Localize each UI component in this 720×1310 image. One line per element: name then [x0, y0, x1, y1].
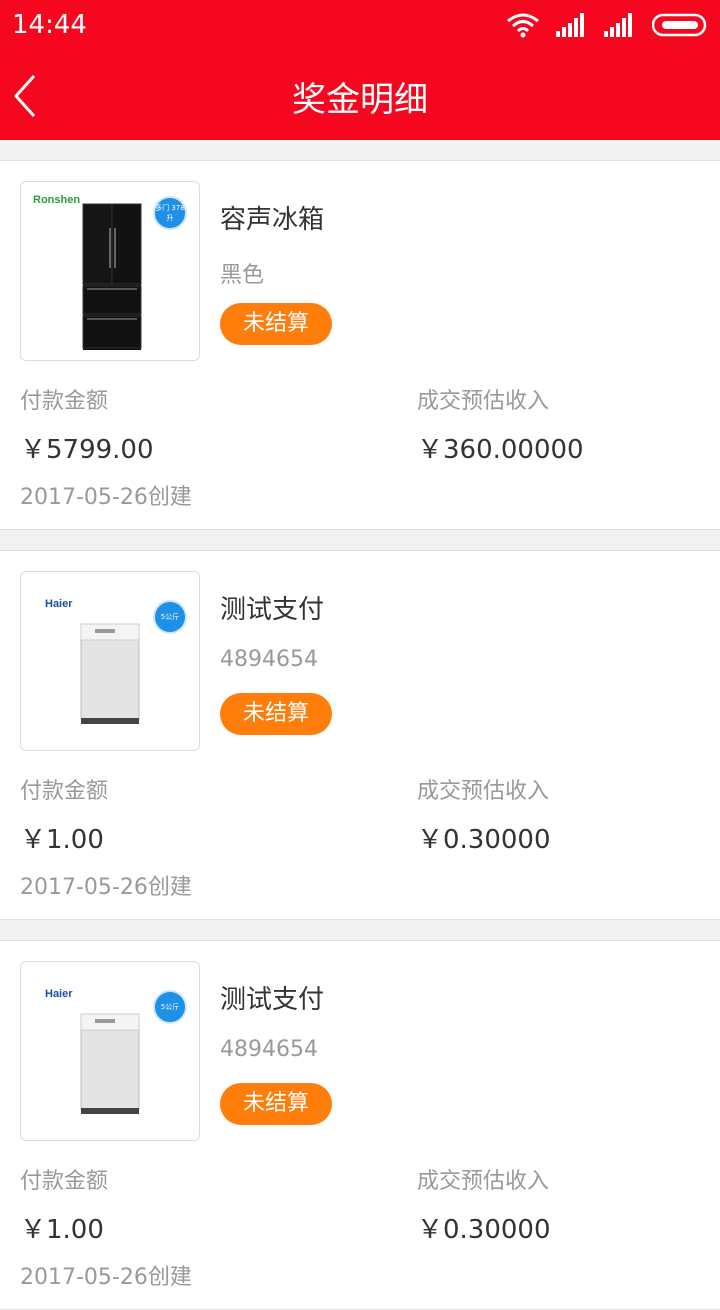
- order-card[interactable]: Haier 5公斤 测试支付 4894654 未结算 付款金额 成交预估收入 ￥…: [0, 550, 720, 920]
- created-date: 2017-05-26创建: [20, 1265, 192, 1290]
- product-spec: 4894654: [220, 647, 318, 672]
- refrigerator-icon: [82, 203, 142, 350]
- page-title: 奖金明细: [292, 80, 428, 120]
- product-image: Haier 5公斤: [20, 961, 200, 1141]
- status-time: 14:44: [12, 10, 87, 40]
- est-income-label: 成交预估收入: [417, 1169, 550, 1194]
- product-name: 容声冰箱: [220, 205, 325, 235]
- battery-icon: [652, 13, 707, 37]
- washing-machine-icon: [80, 1013, 140, 1114]
- app-header: 14:44 奖金明细: [0, 0, 720, 140]
- product-name: 测试支付: [220, 595, 325, 625]
- est-income-value: ￥0.30000: [417, 1215, 551, 1245]
- product-name: 测试支付: [220, 985, 325, 1015]
- product-image: Haier 5公斤: [20, 571, 200, 751]
- status-badge: 未结算: [220, 1083, 332, 1125]
- signal-icon: [556, 13, 584, 37]
- product-spec: 4894654: [220, 1037, 318, 1062]
- status-badge: 未结算: [220, 303, 332, 345]
- product-image: Ronshen 多门 378升: [20, 181, 200, 361]
- est-income-label: 成交预估收入: [417, 779, 550, 804]
- order-card[interactable]: Ronshen 多门 378升 容声冰箱 黑色 未结算 付款金额 成交预估收入 …: [0, 160, 720, 530]
- status-icons: [506, 12, 708, 38]
- pay-amount-value: ￥1.00: [20, 825, 104, 855]
- status-badge: 未结算: [220, 693, 332, 735]
- est-income-value: ￥0.30000: [417, 825, 551, 855]
- order-list: Ronshen 多门 378升 容声冰箱 黑色 未结算 付款金额 成交预估收入 …: [0, 140, 720, 1310]
- est-income-value: ￥360.00000: [417, 435, 584, 465]
- est-income-label: 成交预估收入: [417, 389, 550, 414]
- pay-amount-label: 付款金额: [20, 1169, 109, 1194]
- created-date: 2017-05-26创建: [20, 875, 192, 900]
- created-date: 2017-05-26创建: [20, 485, 192, 510]
- wifi-icon: [507, 13, 539, 38]
- signal-icon: [604, 13, 632, 37]
- pay-amount-label: 付款金额: [20, 389, 109, 414]
- order-card[interactable]: Haier 5公斤 测试支付 4894654 未结算 付款金额 成交预估收入 ￥…: [0, 940, 720, 1310]
- pay-amount-value: ￥1.00: [20, 1215, 104, 1245]
- washing-machine-icon: [80, 623, 140, 724]
- pay-amount-label: 付款金额: [20, 779, 109, 804]
- product-spec: 黑色: [220, 263, 265, 288]
- pay-amount-value: ￥5799.00: [20, 435, 154, 465]
